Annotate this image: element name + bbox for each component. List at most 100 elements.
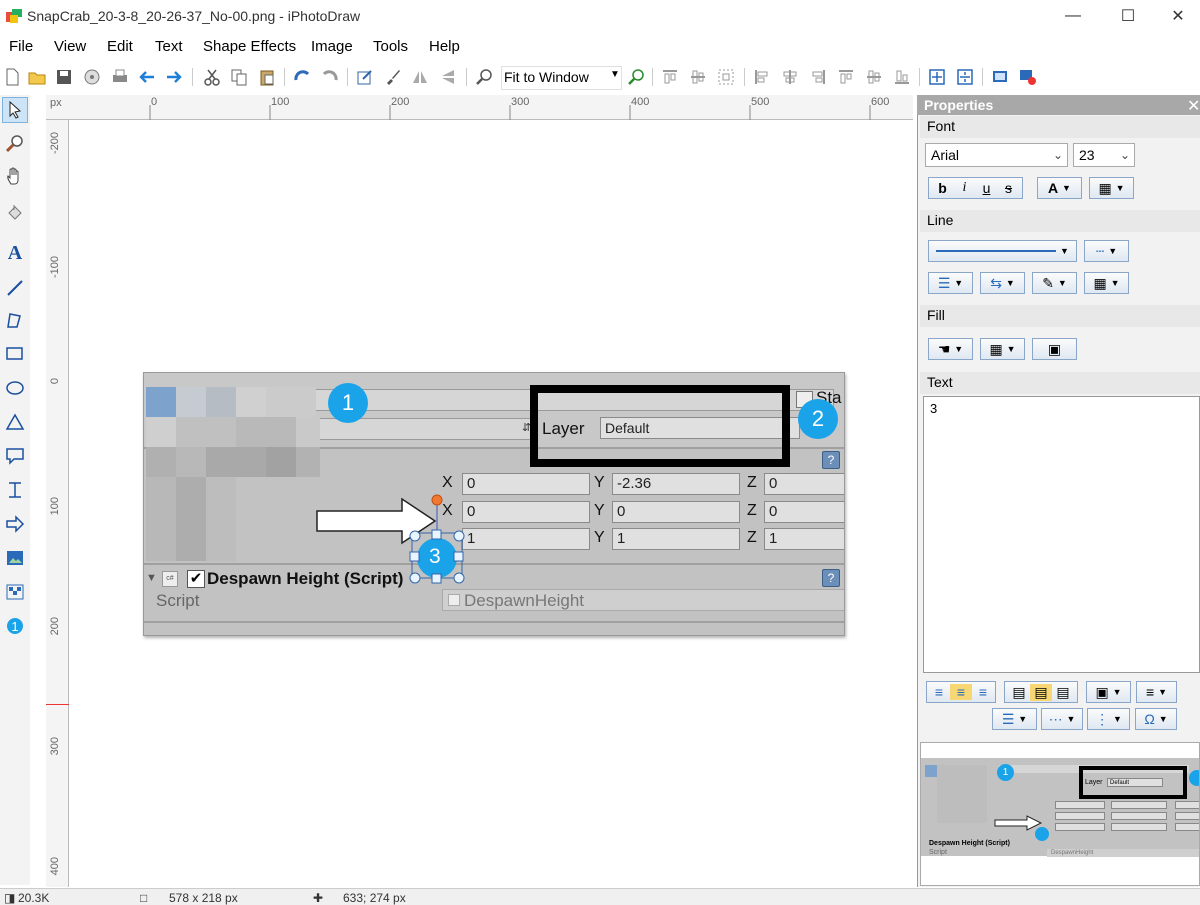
help-icon[interactable]: ?: [822, 569, 840, 587]
callout-1[interactable]: 1: [328, 383, 368, 423]
align-right-icon[interactable]: [808, 67, 828, 87]
minimize-button[interactable]: —: [1050, 0, 1096, 32]
font-color-button[interactable]: A ▼: [1037, 177, 1082, 199]
polygon-tool-icon[interactable]: [2, 307, 28, 333]
line-tool-icon[interactable]: [2, 275, 28, 301]
menu-tools[interactable]: Tools: [373, 38, 408, 55]
mosaic-tool-icon[interactable]: [2, 579, 28, 605]
scale-y-field[interactable]: 1: [612, 528, 740, 550]
align-middle-icon[interactable]: [688, 67, 708, 87]
rectangle-tool-icon[interactable]: [2, 341, 28, 367]
align-text-left-icon[interactable]: ≡: [928, 684, 950, 700]
align-left-icon[interactable]: [752, 67, 772, 87]
font-style-buttons[interactable]: b i u s: [928, 177, 1023, 199]
highlight-rectangle[interactable]: [530, 385, 790, 467]
align-text-center-icon[interactable]: ≡: [950, 684, 972, 700]
help-icon[interactable]: ?: [822, 451, 840, 469]
triangle-tool-icon[interactable]: [2, 409, 28, 435]
chevron-down-icon[interactable]: ▼: [610, 69, 620, 80]
distribute-bottom-icon[interactable]: [892, 67, 912, 87]
flip-horizontal-icon[interactable]: [410, 67, 430, 87]
group-icon[interactable]: [927, 67, 947, 87]
bring-front-icon[interactable]: [990, 67, 1010, 87]
valign-bottom-icon[interactable]: ▤: [1052, 684, 1074, 701]
menu-text[interactable]: Text: [155, 38, 183, 55]
line-style-select[interactable]: ▼: [928, 240, 1077, 262]
callout-3[interactable]: 3: [429, 545, 441, 569]
disc-icon[interactable]: [82, 67, 102, 87]
rotate-left-icon[interactable]: [292, 67, 312, 87]
line-weight-button[interactable]: ☰ ▼: [928, 272, 973, 294]
redo-icon[interactable]: [164, 67, 184, 87]
ellipse-tool-icon[interactable]: [2, 375, 28, 401]
font-size-select[interactable]: 23 ⌄: [1073, 143, 1135, 167]
text-table-button[interactable]: ▦ ▼: [1089, 177, 1134, 199]
number-tool-icon[interactable]: 1: [2, 613, 28, 639]
numbered-list-button[interactable]: ⋮ ▼: [1087, 708, 1130, 730]
menu-file[interactable]: File: [9, 38, 33, 55]
symbol-button[interactable]: Ω ▼: [1135, 708, 1177, 730]
scale-z-field[interactable]: 1: [764, 528, 844, 550]
line-color-button[interactable]: ✎ ▼: [1032, 272, 1077, 294]
save-icon[interactable]: [54, 67, 74, 87]
brush-icon[interactable]: [383, 67, 403, 87]
arrow-style-button[interactable]: ⇆ ▼: [980, 272, 1025, 294]
fill-color-button[interactable]: ☚ ▼: [928, 338, 973, 360]
rotation-x-field[interactable]: 0: [462, 501, 590, 523]
text-padding-button[interactable]: ▣ ▼: [1086, 681, 1131, 703]
close-panel-icon[interactable]: ✕: [1187, 96, 1200, 116]
arrow-tool-icon[interactable]: [2, 511, 28, 537]
text-content-area[interactable]: 3: [923, 396, 1200, 673]
foldout-icon[interactable]: ▼: [146, 572, 157, 584]
selection-handles[interactable]: [405, 488, 475, 588]
ungroup-icon[interactable]: [955, 67, 975, 87]
hand-tool-icon[interactable]: [2, 163, 28, 189]
rotation-y-field[interactable]: 0: [612, 501, 740, 523]
vertical-align-buttons[interactable]: ▤ ▤ ▤: [1004, 681, 1078, 703]
underline-icon[interactable]: u: [976, 180, 998, 196]
open-folder-icon[interactable]: [27, 67, 47, 87]
bold-icon[interactable]: b: [932, 180, 954, 196]
close-button[interactable]: ✕: [1155, 0, 1200, 32]
position-x-field[interactable]: 0: [462, 473, 590, 495]
indent-button[interactable]: ☰ ▼: [992, 708, 1037, 730]
send-back-icon[interactable]: [1018, 67, 1038, 87]
fill-image-button[interactable]: ▣: [1032, 338, 1077, 360]
valign-top-icon[interactable]: ▤: [1008, 684, 1030, 701]
fill-pattern-button[interactable]: ▦ ▼: [980, 338, 1025, 360]
align-bottom-icon[interactable]: [716, 67, 736, 87]
align-text-right-icon[interactable]: ≡: [972, 684, 994, 700]
strikethrough-icon[interactable]: s: [998, 180, 1020, 196]
speech-bubble-tool-icon[interactable]: [2, 443, 28, 469]
menu-help[interactable]: Help: [429, 38, 460, 55]
menu-edit[interactable]: Edit: [107, 38, 133, 55]
paste-icon[interactable]: [257, 67, 277, 87]
zoom-tool-icon[interactable]: [2, 130, 28, 156]
italic-icon[interactable]: i: [954, 180, 976, 196]
fill-tool-icon[interactable]: [2, 199, 28, 225]
print-icon[interactable]: [110, 67, 130, 87]
image-tool-icon[interactable]: [2, 545, 28, 571]
cut-icon[interactable]: [202, 67, 222, 87]
position-z-field[interactable]: 0: [764, 473, 844, 495]
new-file-icon[interactable]: [2, 67, 22, 87]
rotation-z-field[interactable]: 0: [764, 501, 844, 523]
menu-view[interactable]: View: [54, 38, 86, 55]
copy-icon[interactable]: [229, 67, 249, 87]
callout-2[interactable]: 2: [798, 399, 838, 439]
scale-x-field[interactable]: 1: [462, 528, 590, 550]
menu-shape-effects[interactable]: Shape Effects: [203, 38, 296, 55]
rotate-right-icon[interactable]: [320, 67, 340, 87]
valign-middle-icon[interactable]: ▤: [1030, 683, 1052, 701]
menu-image[interactable]: Image: [311, 38, 353, 55]
maximize-button[interactable]: ☐: [1105, 0, 1151, 32]
navigator-preview[interactable]: 1 Layer Default Despawn Height (Script) …: [920, 742, 1200, 886]
dimension-tool-icon[interactable]: [2, 477, 28, 503]
component-enabled-checkbox[interactable]: ✔: [187, 570, 205, 588]
select-tool-icon[interactable]: [2, 97, 28, 123]
zoom-in-icon[interactable]: [626, 67, 646, 87]
text-tool-icon[interactable]: A: [2, 240, 28, 266]
line-spacing-button[interactable]: ≡ ▼: [1136, 681, 1177, 703]
distribute-top-icon[interactable]: [836, 67, 856, 87]
edit-icon[interactable]: [355, 67, 375, 87]
